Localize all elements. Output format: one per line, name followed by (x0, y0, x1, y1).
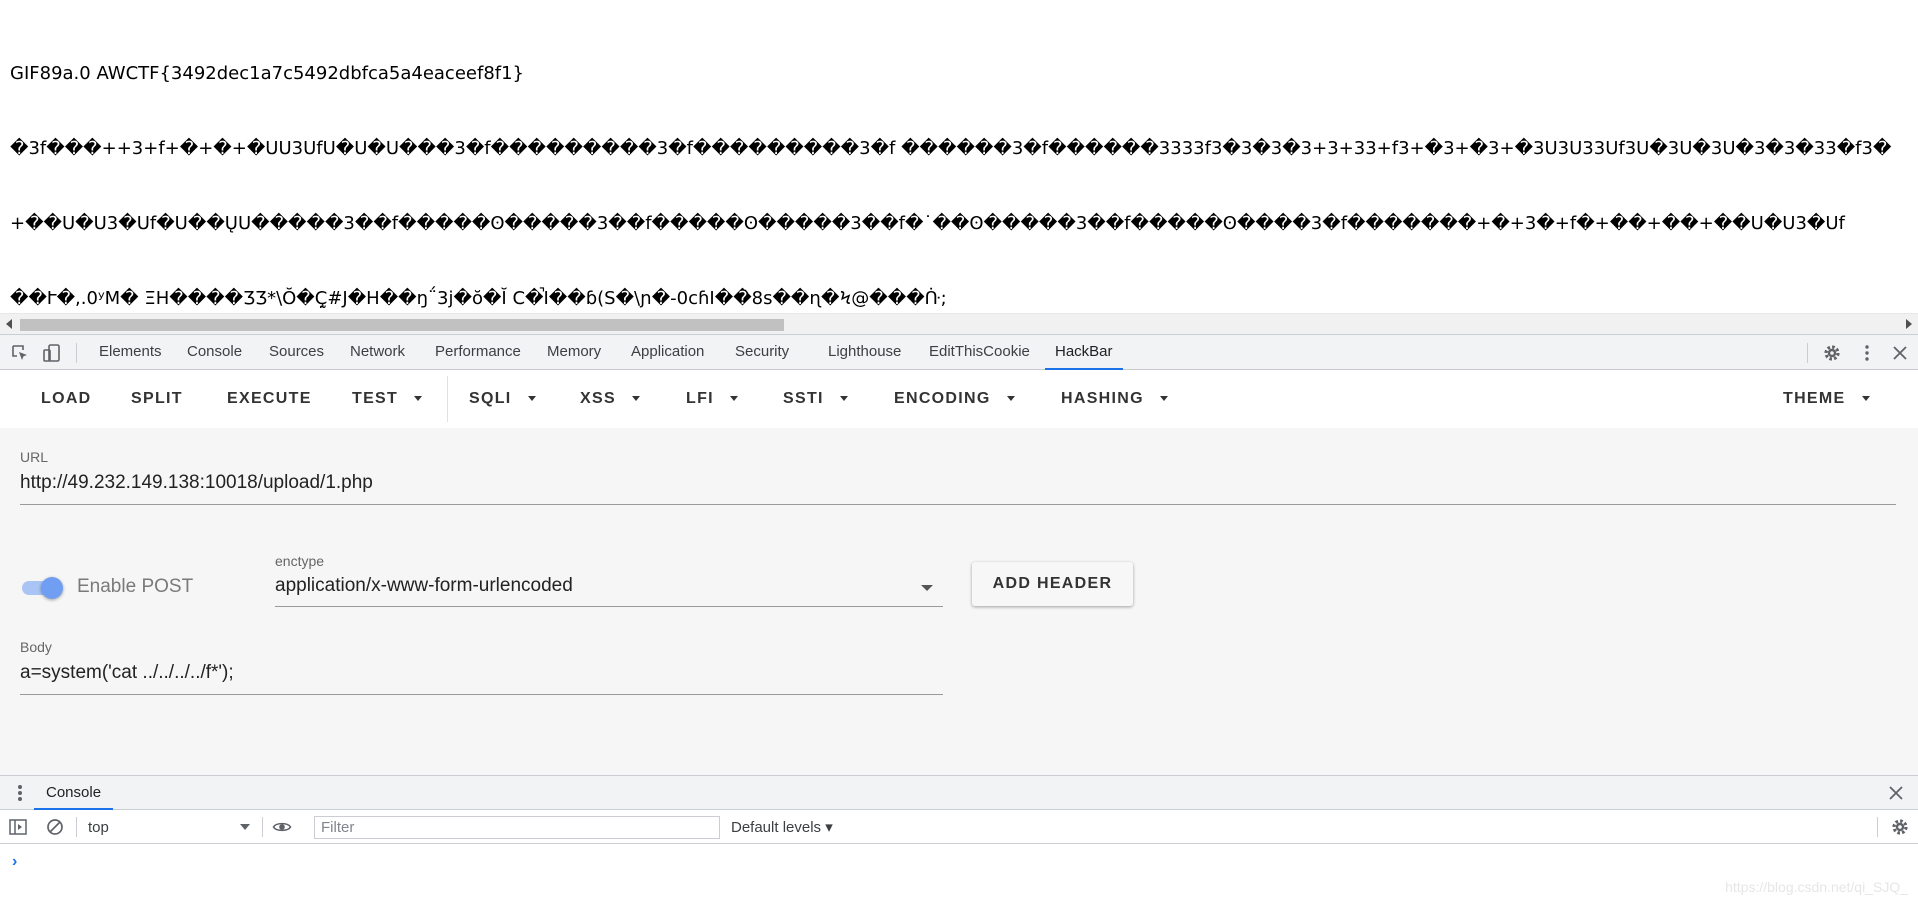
hackbar-toolbar: LOAD SPLIT EXECUTE TEST SQLI XSS LFI SST… (0, 370, 1918, 428)
caret-down-icon (1861, 396, 1870, 402)
hashing-menu-button[interactable]: HASHING (1061, 370, 1168, 428)
test-menu-label: TEST (352, 390, 399, 407)
drawer-tab-bar: Console (0, 776, 1918, 810)
drawer-tab-console[interactable]: Console (34, 776, 114, 810)
enctype-label: enctype (275, 553, 325, 569)
close-drawer-icon[interactable] (1886, 783, 1906, 803)
load-button[interactable]: LOAD (41, 370, 92, 428)
toolbar-divider (76, 817, 77, 837)
tab-elements[interactable]: Elements (99, 335, 162, 370)
tab-editthiscookie[interactable]: EditThisCookie (929, 335, 1030, 370)
page-text-line: ��Ւ�,.0ʸM� ΞH����ƷƷ*\Ŏ�Ç̰#J�H��ŋ΅3j�ŏ�Ĭ … (10, 288, 947, 309)
tab-sources[interactable]: Sources (269, 335, 324, 370)
toolbar-divider (447, 376, 448, 422)
console-prompt-icon[interactable]: › (12, 853, 17, 871)
scroll-right-arrow-icon[interactable] (1906, 319, 1912, 329)
execute-button[interactable]: EXECUTE (227, 370, 312, 428)
console-toolbar: top Default levels ▾ (0, 810, 1918, 844)
lfi-menu-button[interactable]: LFI (686, 370, 738, 428)
tab-hackbar[interactable]: HackBar (1045, 335, 1122, 370)
watermark: https://blog.csdn.net/qi_SJQ_ (1725, 879, 1908, 895)
inspect-element-icon[interactable] (10, 343, 30, 363)
hashing-menu-label: HASHING (1061, 390, 1144, 407)
xss-menu-label: XSS (580, 390, 616, 407)
body-input[interactable]: a=system('cat ../../../../f*'); (20, 662, 234, 684)
page-text-line: GIF89a.0 AWCTF{3492dec1a7c5492dbfca5a4ea… (10, 63, 525, 84)
console-drawer: Console top Default levels ▾ › https://b… (0, 775, 1918, 901)
caret-down-icon (527, 396, 536, 402)
devtools-tab-bar: Elements Console Sources Network Perform… (0, 334, 1918, 370)
tab-console[interactable]: Console (187, 335, 242, 370)
url-label: URL (20, 449, 49, 465)
context-dropdown-arrow-icon[interactable] (240, 824, 250, 830)
body-underline (20, 694, 943, 695)
scroll-left-arrow-icon[interactable] (6, 319, 12, 329)
ssti-menu-label: SSTI (783, 390, 824, 407)
scrollbar-thumb[interactable] (20, 319, 784, 331)
log-levels-select[interactable]: Default levels ▾ (731, 818, 833, 836)
dropdown-arrow-icon[interactable] (921, 585, 933, 591)
page-text-line: +��U�U3�Uf�U��ŲU�����3��f�����ʘ�����3��f… (10, 213, 1845, 234)
enable-post-label: Enable POST (77, 576, 194, 597)
horizontal-scrollbar[interactable] (0, 313, 1918, 334)
encoding-menu-button[interactable]: ENCODING (894, 370, 1015, 428)
drawer-menu-icon[interactable] (18, 785, 22, 801)
url-underline (20, 504, 1896, 505)
close-icon[interactable] (1890, 343, 1910, 363)
sqli-menu-label: SQLI (469, 390, 512, 407)
theme-menu-button[interactable]: THEME (1783, 370, 1870, 428)
eye-icon[interactable] (272, 817, 292, 837)
caret-down-icon (1159, 396, 1168, 402)
toolbar-divider (1807, 343, 1808, 363)
encoding-menu-label: ENCODING (894, 390, 991, 407)
caret-down-icon (839, 396, 848, 402)
toolbar-divider (76, 343, 77, 363)
toolbar-divider (1877, 817, 1878, 837)
tab-network[interactable]: Network (350, 335, 405, 370)
lfi-menu-label: LFI (686, 390, 714, 407)
console-settings-gear-icon[interactable] (1890, 817, 1910, 837)
page-text-line: �3f���++3+f+�+�+�UU3UfU�U�U���3�f�������… (10, 138, 1892, 159)
split-button[interactable]: SPLIT (131, 370, 183, 428)
sidebar-toggle-icon[interactable] (8, 817, 28, 837)
url-input[interactable]: http://49.232.149.138:10018/upload/1.php (20, 472, 373, 494)
enctype-select[interactable]: application/x-www-form-urlencoded (275, 575, 573, 597)
tab-performance[interactable]: Performance (435, 335, 521, 370)
tab-security[interactable]: Security (735, 335, 789, 370)
enable-post-toggle-knob[interactable] (41, 577, 63, 599)
tab-memory[interactable]: Memory (547, 335, 601, 370)
gear-icon[interactable] (1822, 343, 1842, 363)
theme-menu-label: THEME (1783, 390, 1846, 407)
tab-application[interactable]: Application (631, 335, 704, 370)
clear-console-icon[interactable] (45, 817, 65, 837)
hackbar-panel: URL http://49.232.149.138:10018/upload/1… (0, 428, 1918, 775)
sqli-menu-button[interactable]: SQLI (469, 370, 536, 428)
test-menu-button[interactable]: TEST (352, 370, 423, 428)
device-toolbar-icon[interactable] (42, 343, 62, 363)
caret-down-icon (1006, 396, 1015, 402)
caret-down-icon (631, 396, 640, 402)
caret-down-icon (414, 396, 423, 402)
filter-input[interactable] (314, 816, 720, 839)
body-label: Body (20, 639, 52, 655)
add-header-button[interactable]: ADD HEADER (972, 562, 1133, 606)
context-select[interactable]: top (88, 819, 109, 836)
ssti-menu-button[interactable]: SSTI (783, 370, 848, 428)
xss-menu-button[interactable]: XSS (580, 370, 640, 428)
tab-lighthouse[interactable]: Lighthouse (828, 335, 901, 370)
enctype-underline (275, 606, 943, 607)
toolbar-divider (262, 817, 263, 837)
page-content: GIF89a.0 AWCTF{3492dec1a7c5492dbfca5a4ea… (0, 0, 1918, 313)
page-text: GIF89a.0 AWCTF{3492dec1a7c5492dbfca5a4ea… (10, 11, 1918, 313)
caret-down-icon (729, 396, 738, 402)
more-options-icon[interactable] (1857, 343, 1877, 363)
